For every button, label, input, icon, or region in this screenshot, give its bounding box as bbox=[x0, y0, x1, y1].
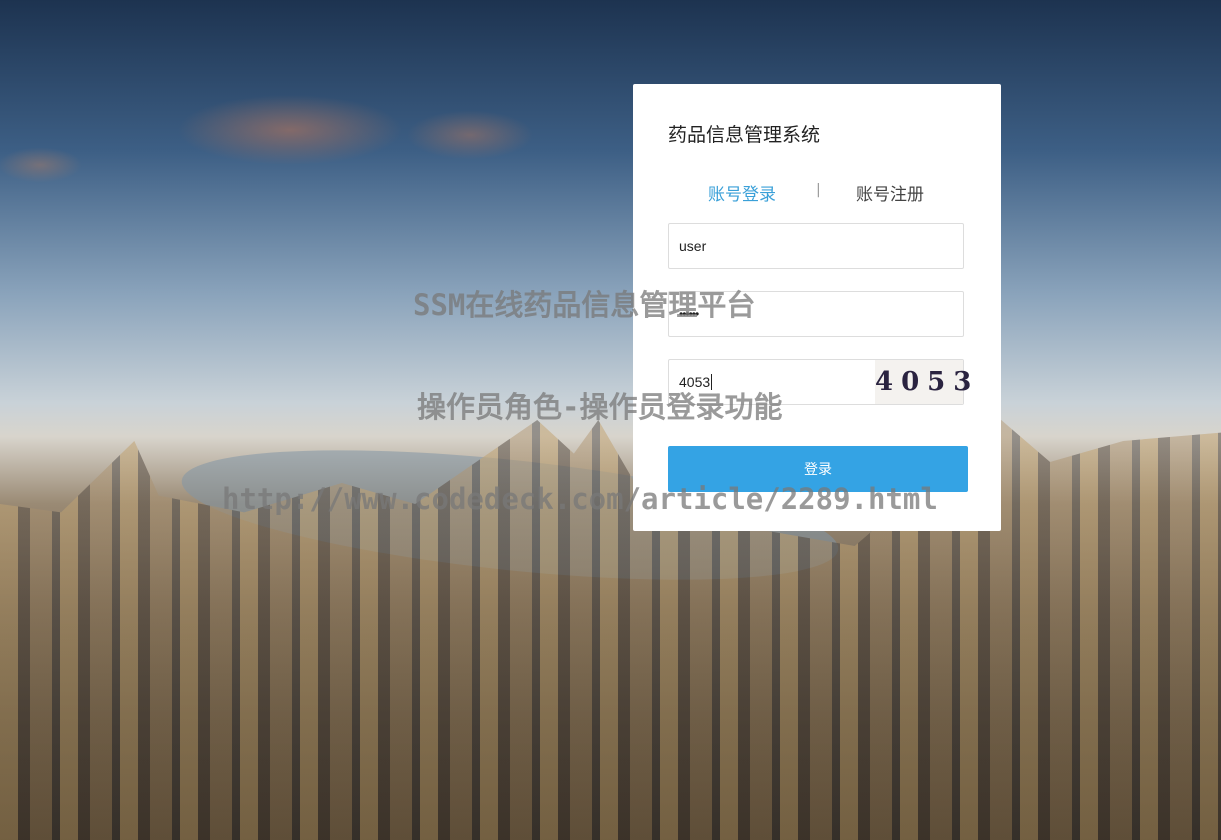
watermark-line1: SSM在线药品信息管理平台 bbox=[413, 288, 756, 322]
login-tabs: 账号登录 | 账号注册 bbox=[633, 180, 1001, 206]
username-value: user bbox=[679, 238, 707, 254]
username-input[interactable]: user bbox=[668, 223, 964, 269]
captcha-image[interactable]: 4053 bbox=[875, 360, 971, 404]
tab-account-login[interactable]: 账号登录 bbox=[708, 180, 776, 205]
watermark-line2: 操作员角色-操作员登录功能 bbox=[417, 390, 783, 424]
watermark-line3: http://www.codedeck.com/article/2289.htm… bbox=[222, 482, 938, 516]
captcha-image-text: 4053 bbox=[875, 367, 980, 397]
tab-account-register[interactable]: 账号注册 bbox=[856, 180, 924, 205]
system-title: 药品信息管理系统 bbox=[668, 124, 821, 146]
tab-separator: | bbox=[816, 182, 821, 198]
